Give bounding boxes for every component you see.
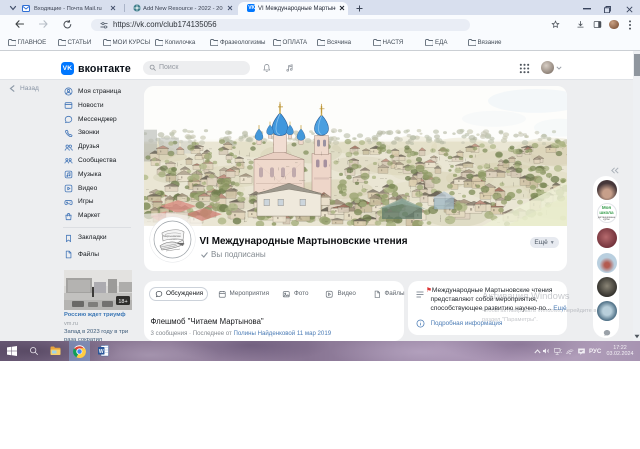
- svg-text:W: W: [98, 349, 103, 355]
- svg-text:Мартыновские: Мартыновские: [163, 234, 181, 238]
- svg-text:18+: 18+: [118, 299, 127, 305]
- svg-text:чтения: чтения: [170, 239, 178, 241]
